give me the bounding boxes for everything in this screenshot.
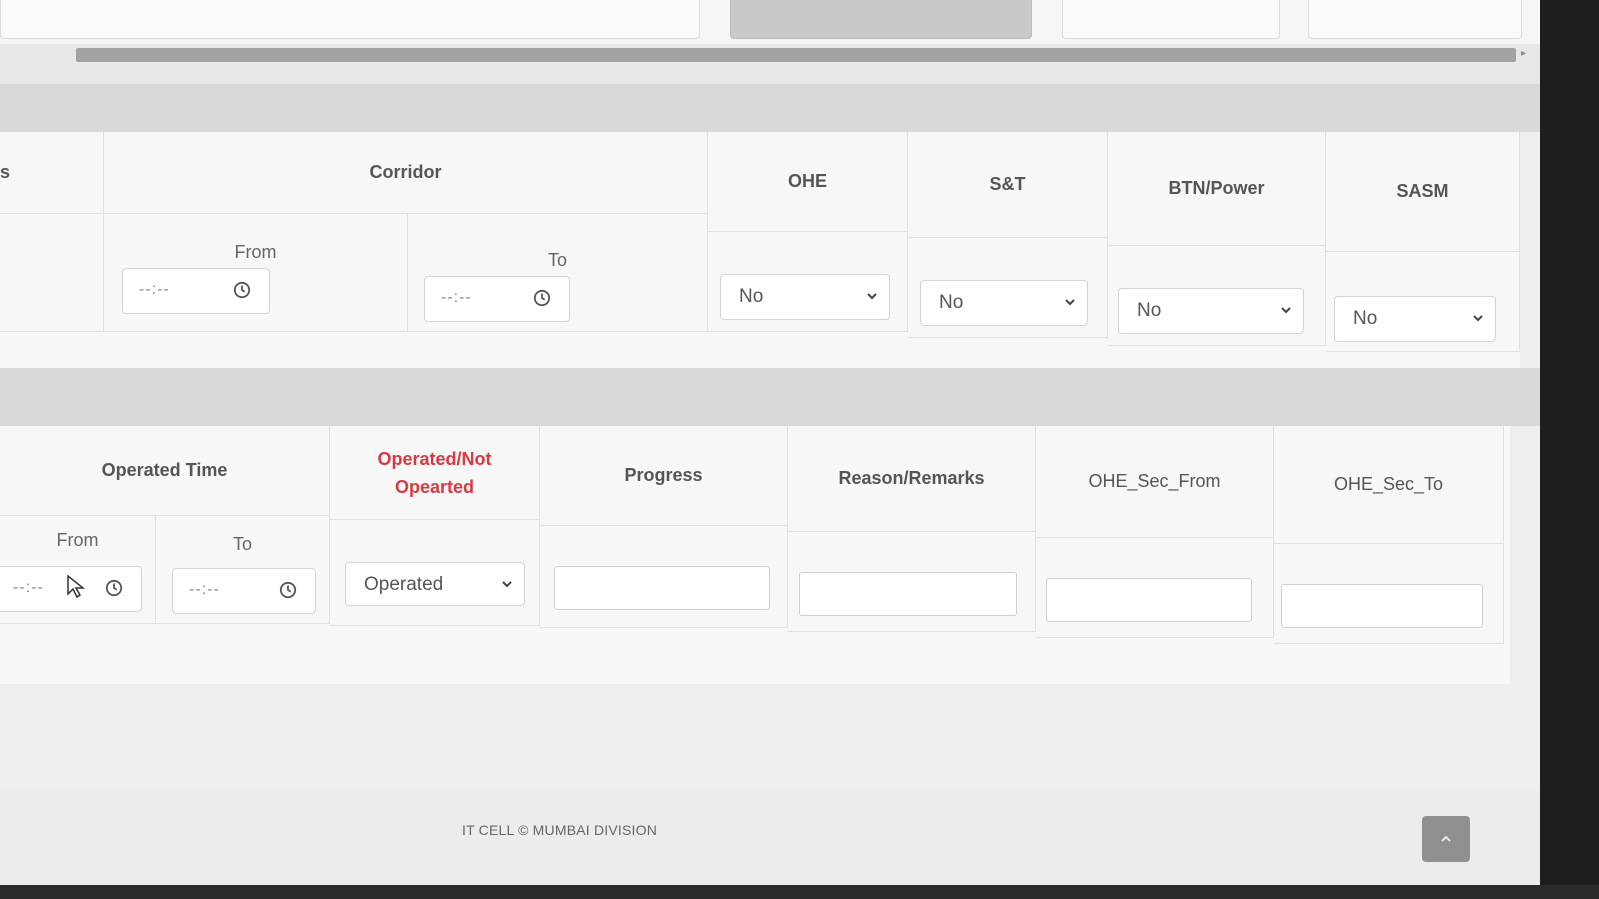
corridor-from-placeholder: --:-- bbox=[139, 281, 170, 298]
mouse-cursor-icon bbox=[67, 574, 86, 599]
sasm-header: SASM bbox=[1396, 181, 1449, 201]
top-input-1[interactable] bbox=[0, 0, 700, 39]
btn-power-header-cell: BTN/Power bbox=[1108, 132, 1326, 246]
btn-power-selected-value: No bbox=[1137, 300, 1162, 321]
ohe-header: OHE bbox=[787, 171, 827, 191]
sasm-select[interactable]: No bbox=[1334, 296, 1496, 342]
remarks-input[interactable] bbox=[799, 572, 1017, 616]
chevron-up-icon bbox=[1441, 835, 1451, 842]
corridor-to-placeholder: --:-- bbox=[441, 289, 472, 306]
progress-header: Progress bbox=[624, 465, 703, 485]
operated-time-header: Operated Time bbox=[101, 460, 228, 480]
btn-power-select[interactable]: No bbox=[1118, 288, 1304, 334]
monitor-bezel-bottom bbox=[0, 885, 1599, 899]
sasm-selected-value: No bbox=[1353, 308, 1378, 329]
clock-icon[interactable] bbox=[533, 289, 551, 307]
corridor-header: Corridor bbox=[369, 162, 442, 182]
operated-from-placeholder: --:-- bbox=[13, 579, 44, 596]
chevron-down-icon[interactable] bbox=[865, 289, 879, 303]
ohe-sec-from-header-cell: OHE_Sec_From bbox=[1036, 426, 1274, 538]
scroll-right-arrow-icon[interactable]: ▸ bbox=[1521, 48, 1526, 59]
top-button[interactable] bbox=[730, 0, 1032, 39]
corridor-from-label: From bbox=[234, 242, 277, 262]
top-toolbar-strip bbox=[0, 0, 1540, 45]
ohe-header-cell: OHE bbox=[708, 132, 908, 232]
truncated-column-body bbox=[0, 214, 104, 332]
clock-icon[interactable] bbox=[105, 579, 123, 597]
chevron-down-icon[interactable] bbox=[1279, 303, 1293, 317]
truncated-label: s bbox=[0, 162, 11, 182]
footer-text: IT CELL © MUMBAI DIVISION bbox=[462, 822, 658, 838]
btn-power-header: BTN/Power bbox=[1168, 178, 1265, 198]
corridor-to-time-input[interactable]: --:-- bbox=[424, 276, 570, 322]
sasm-header-cell: SASM bbox=[1326, 132, 1520, 252]
ohe-sec-to-header: OHE_Sec_To bbox=[1333, 474, 1444, 494]
corridor-from-time-input[interactable]: --:-- bbox=[122, 268, 270, 314]
ohe-sec-from-input[interactable] bbox=[1046, 578, 1252, 622]
operated-from-label: From bbox=[56, 530, 99, 550]
snt-header-cell: S&T bbox=[908, 132, 1108, 238]
scroll-to-top-button[interactable] bbox=[1422, 816, 1470, 862]
progress-header-cell: Progress bbox=[540, 426, 788, 526]
remarks-header: Reason/Remarks bbox=[838, 468, 985, 488]
remarks-header-cell: Reason/Remarks bbox=[788, 426, 1036, 532]
clock-icon[interactable] bbox=[233, 281, 251, 299]
corridor-section: s Corridor From --:-- To --:-- OHE No S&… bbox=[0, 132, 1520, 368]
section-divider bbox=[0, 368, 1540, 426]
snt-select[interactable]: No bbox=[920, 280, 1088, 326]
monitor-bezel-right bbox=[1540, 0, 1599, 899]
ohe-sec-from-header: OHE_Sec_From bbox=[1088, 471, 1221, 491]
truncated-column-header: s bbox=[0, 132, 104, 214]
footer: IT CELL © MUMBAI DIVISION bbox=[0, 790, 1540, 885]
operated-to-time-input[interactable]: --:-- bbox=[172, 568, 316, 614]
operated-to-placeholder: --:-- bbox=[189, 581, 220, 598]
ohe-sec-to-header-cell: OHE_Sec_To bbox=[1274, 426, 1504, 544]
corridor-header-cell: Corridor bbox=[104, 132, 708, 214]
top-input-3[interactable] bbox=[1308, 0, 1522, 39]
snt-selected-value: No bbox=[939, 292, 964, 313]
ohe-selected-value: No bbox=[739, 286, 764, 307]
snt-header: S&T bbox=[989, 174, 1026, 194]
corridor-to-label: To bbox=[547, 250, 567, 270]
scrollbar-thumb[interactable] bbox=[76, 48, 1516, 62]
ohe-sec-to-input[interactable] bbox=[1281, 584, 1483, 628]
top-input-2[interactable] bbox=[1062, 0, 1280, 39]
operated-status-header: Operated/Not Opearted bbox=[377, 448, 492, 497]
progress-input[interactable] bbox=[554, 566, 770, 610]
section-divider bbox=[0, 84, 1540, 132]
chevron-down-icon[interactable] bbox=[1471, 311, 1485, 325]
screen: ▸ s Corridor From --:-- To --:-- OHE No … bbox=[0, 0, 1540, 885]
ohe-select[interactable]: No bbox=[720, 274, 890, 320]
operated-to-label: To bbox=[232, 534, 252, 554]
operated-time-header-cell: Operated Time bbox=[0, 426, 330, 516]
chevron-down-icon[interactable] bbox=[500, 577, 514, 591]
operated-status-selected-value: Operated bbox=[364, 574, 444, 595]
horizontal-scrollbar[interactable]: ▸ bbox=[0, 44, 1540, 84]
clock-icon[interactable] bbox=[279, 581, 297, 599]
operated-status-select[interactable]: Operated bbox=[345, 562, 525, 606]
operated-status-header-cell: Operated/Not Opearted bbox=[330, 426, 540, 520]
chevron-down-icon[interactable] bbox=[1063, 295, 1077, 309]
operation-section: Operated Time From --:-- To --:-- Operat… bbox=[0, 426, 1510, 684]
